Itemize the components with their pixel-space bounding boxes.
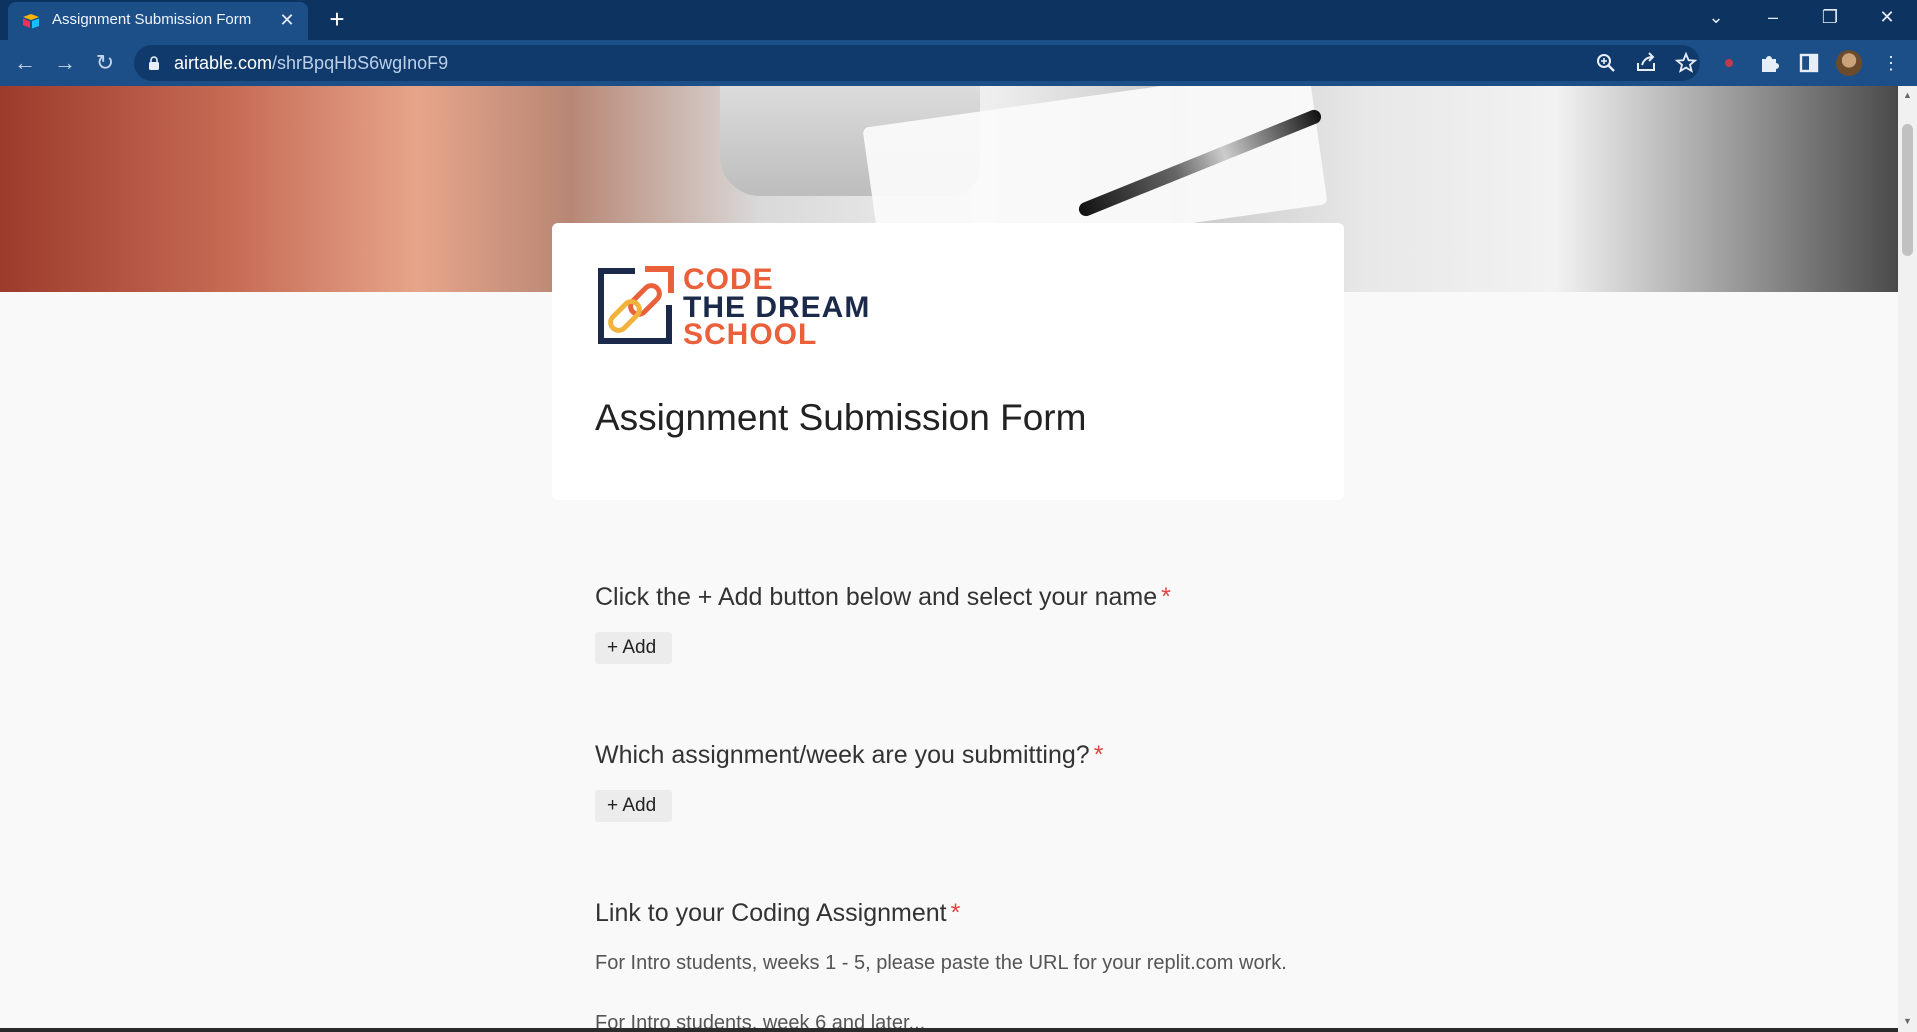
url-host: airtable.com <box>174 53 273 73</box>
tab-close-icon[interactable]: ✕ <box>276 9 298 31</box>
restore-button[interactable]: ❐ <box>1802 0 1858 36</box>
zoom-icon[interactable] <box>1594 51 1618 75</box>
required-asterisk: * <box>1161 583 1171 611</box>
window-bottom-edge <box>0 1028 1898 1032</box>
menu-dots-icon[interactable]: ⋮ <box>1878 50 1904 76</box>
profile-avatar[interactable] <box>1836 50 1862 76</box>
logo-word-school: SCHOOL <box>683 318 818 351</box>
add-name-button[interactable]: + Add <box>595 632 672 664</box>
scroll-up-arrow-icon[interactable]: ▲ <box>1902 90 1913 101</box>
page-content: CODE THE DREAM SCHOOL Assignment Submiss… <box>0 86 1898 1032</box>
page-scrollbar[interactable]: ▲ ▼ <box>1898 86 1917 1032</box>
scrollbar-thumb[interactable] <box>1902 124 1913 256</box>
required-asterisk: * <box>950 899 961 927</box>
side-panel-icon[interactable] <box>1796 50 1822 76</box>
reload-button[interactable]: ↻ <box>90 48 120 78</box>
url-path: /shrBpqHbS6wgInoF9 <box>272 53 449 73</box>
share-icon[interactable] <box>1634 51 1658 75</box>
form-header-card: CODE THE DREAM SCHOOL Assignment Submiss… <box>552 223 1344 500</box>
code-the-dream-logo: CODE THE DREAM SCHOOL <box>595 265 895 351</box>
minimize-button[interactable]: – <box>1745 0 1801 36</box>
browser-tab[interactable]: Assignment Submission Form ✕ <box>8 2 308 40</box>
airtable-favicon-icon <box>23 14 39 29</box>
url-text: airtable.com/shrBpqHbS6wgInoF9 <box>174 53 448 74</box>
browser-titlebar: Assignment Submission Form ✕ + ⌄ – ❐ ✕ <box>0 0 1917 40</box>
address-bar[interactable]: airtable.com/shrBpqHbS6wgInoF9 <box>134 45 1700 81</box>
bookmark-star-icon[interactable] <box>1674 51 1698 75</box>
forward-button[interactable]: → <box>50 48 80 78</box>
field-help-intro-weeks-1-5: For Intro students, weeks 1 - 5, please … <box>595 952 1287 974</box>
field-label-coding-link-text: Link to your Coding Assignment <box>595 899 947 927</box>
field-label-assignment-text: Which assignment/week are you submitting… <box>595 741 1090 769</box>
lock-icon[interactable] <box>148 56 160 70</box>
field-label-coding-link: Link to your Coding Assignment * <box>595 899 960 928</box>
chain-link-logo-icon <box>598 266 674 344</box>
tab-title: Assignment Submission Form <box>52 11 252 28</box>
new-tab-button[interactable]: + <box>322 4 352 34</box>
extension-record-icon[interactable] <box>1716 50 1742 76</box>
required-asterisk: * <box>1093 741 1104 769</box>
extensions-puzzle-icon[interactable] <box>1756 50 1782 76</box>
back-button[interactable]: ← <box>10 48 40 78</box>
field-label-assignment: Which assignment/week are you submitting… <box>595 741 1103 770</box>
scroll-down-arrow-icon[interactable]: ▼ <box>1902 1016 1913 1027</box>
field-label-name-text: Click the + Add button below and select … <box>595 583 1158 611</box>
field-label-name: Click the + Add button below and select … <box>595 583 1171 612</box>
form-title: Assignment Submission Form <box>595 397 1087 438</box>
browser-toolbar: ← → ↻ airtable.com/shrBpqHbS6wgInoF9 ⋮ <box>0 40 1917 86</box>
tab-search-icon[interactable]: ⌄ <box>1688 0 1744 36</box>
add-assignment-button[interactable]: + Add <box>595 790 672 822</box>
close-window-button[interactable]: ✕ <box>1859 0 1915 36</box>
